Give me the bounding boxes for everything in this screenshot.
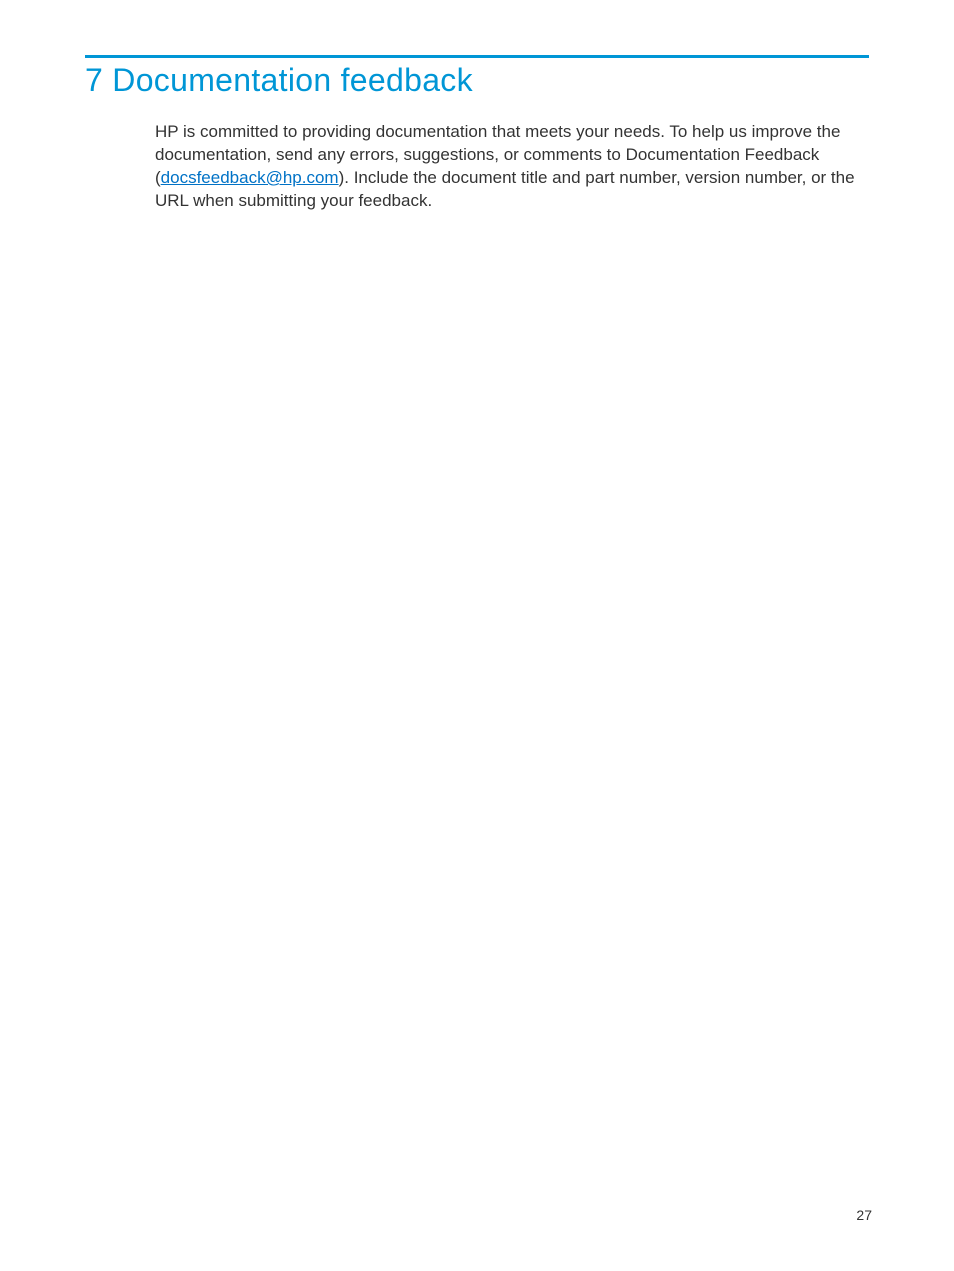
horizontal-rule (85, 55, 869, 58)
document-page: 7 Documentation feedback HP is committed… (0, 0, 954, 213)
chapter-title: 7 Documentation feedback (85, 62, 869, 99)
feedback-email-link[interactable]: docsfeedback@hp.com (161, 168, 339, 187)
body-paragraph: HP is committed to providing documentati… (155, 121, 869, 213)
page-number: 27 (856, 1207, 872, 1223)
